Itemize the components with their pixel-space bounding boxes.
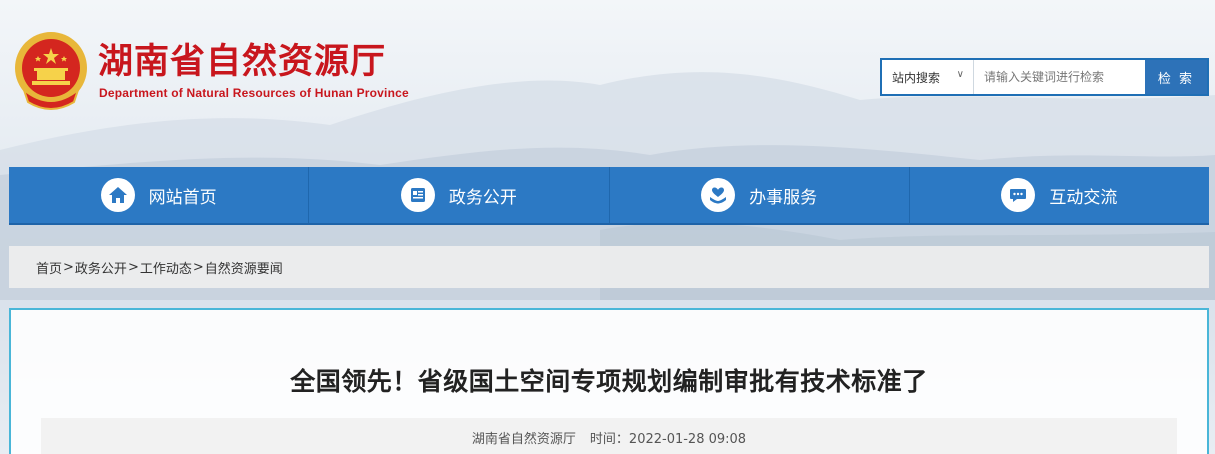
document-icon: [400, 178, 435, 212]
chat-icon: [1001, 178, 1036, 212]
breadcrumb-home[interactable]: 首页: [36, 258, 62, 277]
breadcrumb-government-affairs[interactable]: 政务公开: [75, 258, 127, 277]
nav-item-label: 互动交流: [1049, 187, 1118, 208]
search-scope-select[interactable]: 站内搜索 ∨: [882, 60, 974, 94]
heart-hand-icon: [701, 178, 736, 212]
article-meta: 湖南省自然资源厅 时间：2022-01-28 09:08: [41, 418, 1177, 454]
site-title: 湖南省自然资源厅: [98, 41, 387, 82]
breadcrumb-work-news[interactable]: 工作动态: [140, 258, 192, 277]
search-scope-label: 站内搜索: [892, 70, 941, 85]
search-button[interactable]: 检 索: [1145, 60, 1207, 94]
site-subtitle: Department of Natural Resources of Hunan…: [99, 86, 409, 100]
breadcrumb-resource-news[interactable]: 自然资源要闻: [205, 258, 283, 277]
chevron-down-icon: ∨: [956, 69, 964, 80]
nav-item-label: 政务公开: [448, 187, 517, 208]
nav-item-services[interactable]: 办事服务: [610, 167, 910, 223]
search-bar: 站内搜索 ∨ 检 索: [880, 58, 1209, 96]
nav-item-label: 网站首页: [148, 187, 217, 208]
article-panel: 全国领先！省级国土空间专项规划编制审批有技术标准了 湖南省自然资源厅 时间：202…: [9, 308, 1209, 454]
nav-item-label: 办事服务: [749, 187, 818, 208]
main-nav: 网站首页 政务公开 办事服务 互动交流: [9, 167, 1209, 225]
article-time: 时间：2022-01-28 09:08: [589, 432, 747, 447]
breadcrumb: 首页 > 政务公开 > 工作动态 > 自然资源要闻: [9, 246, 1209, 288]
national-emblem: [15, 32, 87, 110]
nav-item-interaction[interactable]: 互动交流: [910, 167, 1209, 223]
nav-item-home[interactable]: 网站首页: [9, 167, 310, 223]
article-source: 湖南省自然资源厅: [471, 432, 576, 447]
home-icon: [100, 178, 135, 212]
search-input[interactable]: [974, 60, 1145, 94]
article-title: 全国领先！省级国土空间专项规划编制审批有技术标准了: [290, 367, 928, 396]
nav-item-government-affairs[interactable]: 政务公开: [309, 167, 610, 223]
